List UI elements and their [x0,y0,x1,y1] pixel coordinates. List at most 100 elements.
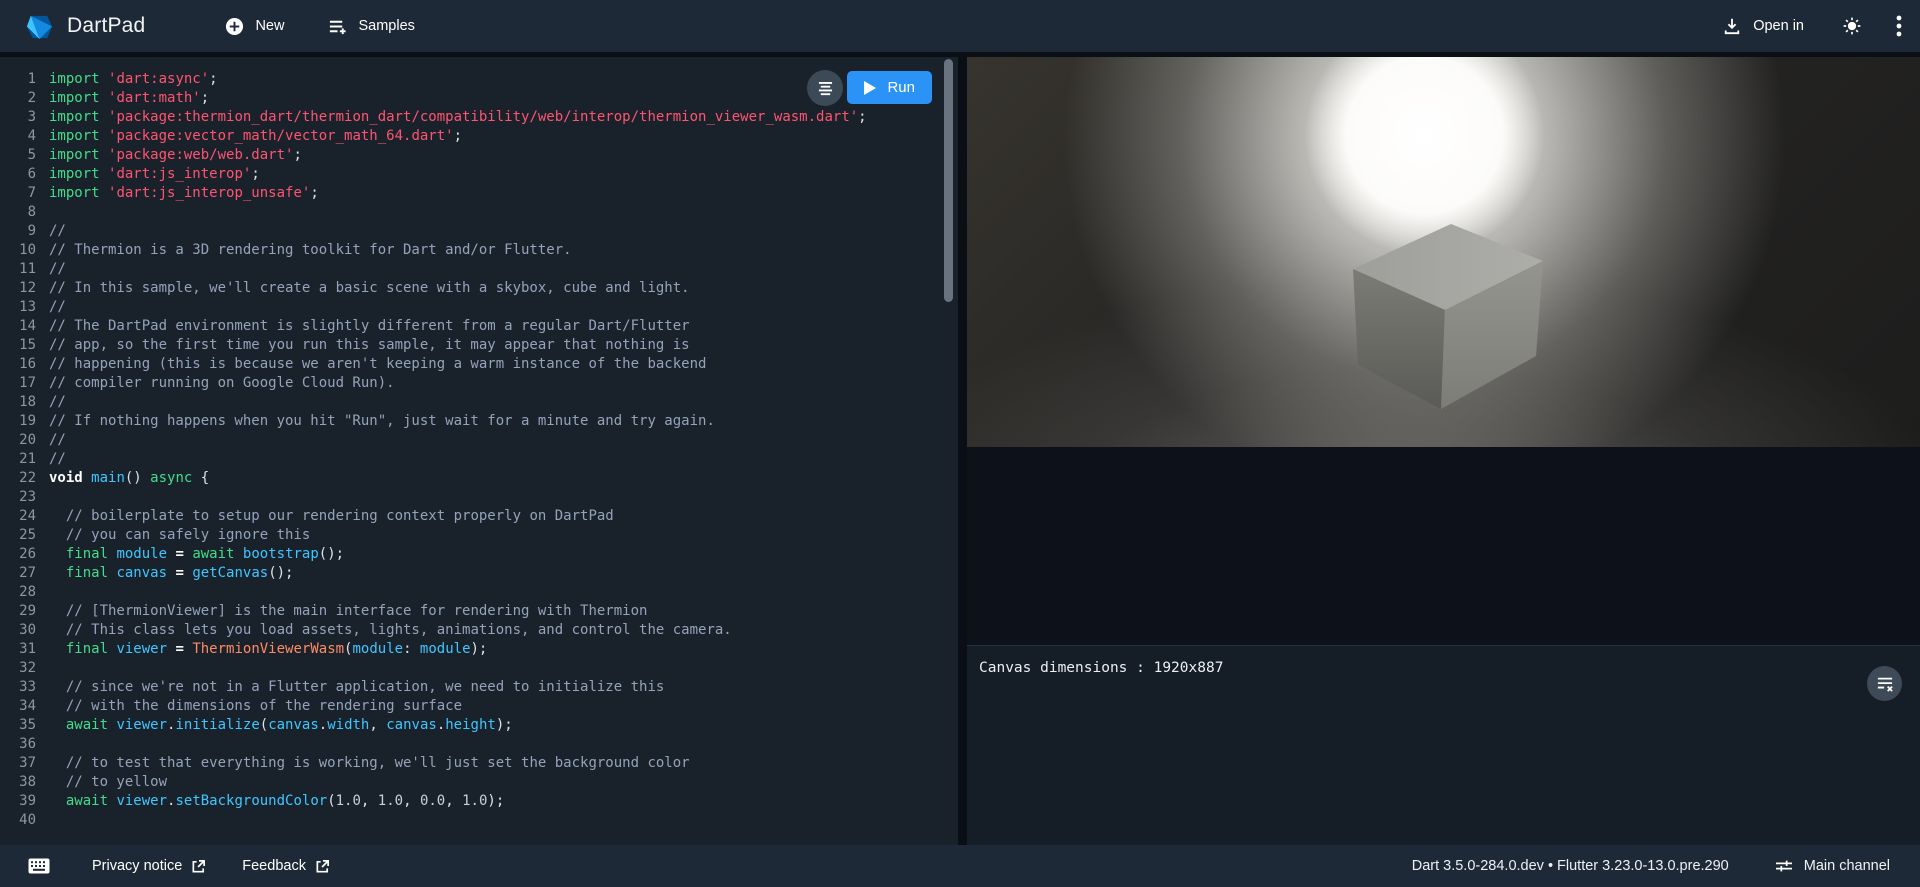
code-line: 39 await viewer.setBackgroundColor(1.0, … [0,792,958,811]
code-token: , [361,793,378,809]
code-token: // happening (this is because we aren't … [49,356,706,372]
code-token: // boilerplate to setup our rendering co… [66,508,614,524]
code-token: module [352,641,403,657]
code-token [49,546,66,562]
code-line-content: final module = await bootstrap(); [49,545,344,564]
code-token: import [49,147,100,163]
code-line: 25 // you can safely ignore this [0,526,958,545]
code-token: viewer [116,717,167,733]
code-line-content: // since we're not in a Flutter applicat… [49,678,664,697]
code-lines: 1import 'dart:async';2import 'dart:math'… [0,57,958,830]
code-line: 37 // to test that everything is working… [0,754,958,773]
line-number: 11 [0,260,36,279]
pane-divider[interactable] [958,57,967,845]
code-token: // This class lets you load assets, ligh… [66,622,732,638]
line-number: 33 [0,678,36,697]
code-token: ; [201,90,209,106]
line-number: 16 [0,355,36,374]
new-button[interactable]: New [217,11,292,42]
line-number: 20 [0,431,36,450]
code-line-content: // with the dimensions of the rendering … [49,697,462,716]
clear-console-button[interactable] [1867,666,1902,701]
theme-toggle-button[interactable] [1838,12,1866,40]
code-line-content: // This class lets you load assets, ligh… [49,621,732,640]
playlist-add-icon [328,17,347,36]
code-line: 40 [0,811,958,830]
code-line-content: // In this sample, we'll create a basic … [49,279,690,298]
code-token: 'dart:async' [108,71,209,87]
line-number: 15 [0,336,36,355]
code-token: ; [310,185,318,201]
channel-selector[interactable]: Main channel [1775,858,1890,874]
feedback-link[interactable]: Feedback [242,858,330,874]
samples-button[interactable]: Samples [320,11,422,42]
header: DartPad New Samples [0,0,1920,52]
open-in-button[interactable]: Open in [1715,11,1812,41]
code-token: // [ThermionViewer] is the main interfac… [66,603,648,619]
code-token: ; [209,71,217,87]
code-token: 'package:web/web.dart' [108,147,293,163]
new-button-label: New [255,18,284,34]
code-token: () [125,470,150,486]
code-token [49,565,66,581]
code-line-content: // you can safely ignore this [49,526,310,545]
line-number: 14 [0,317,36,336]
code-token: 1.0 [378,793,403,809]
line-number: 9 [0,222,36,241]
code-line: 5import 'package:web/web.dart'; [0,146,958,165]
output-pane: Canvas dimensions : 1920x887 [967,57,1920,845]
code-token [49,698,66,714]
code-token: final [66,565,108,581]
line-number: 36 [0,735,36,754]
code-token: // to test that everything is working, w… [66,755,690,771]
code-token: ); [496,717,513,733]
play-icon [864,81,876,95]
code-line-content: import 'dart:async'; [49,70,218,89]
code-token [49,755,66,771]
code-line-content: // to yellow [49,773,167,792]
run-button[interactable]: Run [847,71,932,104]
code-line: 17// compiler running on Google Cloud Ru… [0,374,958,393]
code-line: 6import 'dart:js_interop'; [0,165,958,184]
code-token: = [167,565,192,581]
code-line: 34 // with the dimensions of the renderi… [0,697,958,716]
code-line: 10// Thermion is a 3D rendering toolkit … [0,241,958,260]
overflow-menu-button[interactable] [1892,11,1906,41]
code-token: = [167,641,192,657]
code-token: ( [327,793,335,809]
add-circle-icon [225,17,244,36]
line-number: 38 [0,773,36,792]
code-token: 'dart:js_interop' [108,166,251,182]
code-token: canvas [116,565,167,581]
format-button[interactable] [807,70,843,106]
editor-scrollbar-thumb[interactable] [944,59,953,302]
code-line-content: final canvas = getCanvas(); [49,564,293,583]
render-canvas[interactable] [967,57,1920,447]
code-token: // [49,299,66,315]
code-token: { [192,470,209,486]
line-number: 1 [0,70,36,89]
code-token: await [66,717,108,733]
code-editor[interactable]: 1import 'dart:async';2import 'dart:math'… [0,57,958,845]
dartpad-logo-icon [24,11,55,42]
code-token: , [445,793,462,809]
code-line: 36 [0,735,958,754]
code-line-content: // Thermion is a 3D rendering toolkit fo… [49,241,572,260]
footer: Privacy notice Feedback Dart 3.5.0-284.0… [0,845,1920,887]
console-panel: Canvas dimensions : 1920x887 [967,645,1920,845]
code-line: 35 await viewer.initialize(canvas.width,… [0,716,958,735]
code-token: 1.0 [462,793,487,809]
privacy-notice-link[interactable]: Privacy notice [92,858,206,874]
keyboard-shortcuts-button[interactable] [26,856,52,876]
code-token: height [445,717,496,733]
code-token: . [319,717,327,733]
code-token: ; [251,166,259,182]
code-token: viewer [116,793,167,809]
code-token [100,147,108,163]
code-token: // The DartPad environment is slightly d… [49,318,690,334]
code-token: import [49,128,100,144]
code-line-content: // [49,450,66,469]
code-token: import [49,185,100,201]
code-line-content: import 'dart:js_interop_unsafe'; [49,184,319,203]
line-number: 22 [0,469,36,488]
